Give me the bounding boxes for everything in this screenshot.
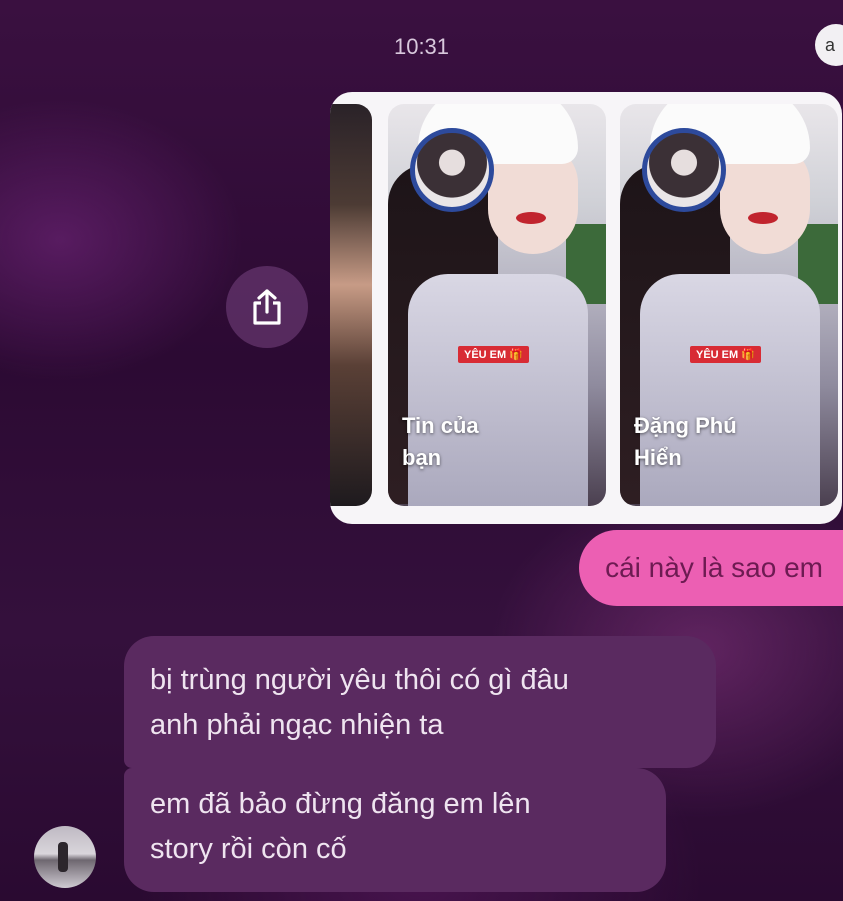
- story-label-line2: bạn: [402, 445, 442, 470]
- lips: [516, 212, 546, 224]
- story-thumbnail-dang-phu-hien[interactable]: YÊU EM 🎁 Đặng Phú Hiển: [620, 104, 838, 506]
- message-line: anh phải ngạc nhiện ta: [150, 709, 444, 741]
- message-line: em đã bảo đừng đăng em lên: [150, 788, 531, 820]
- incoming-message[interactable]: bị trùng người yêu thôi có gì đâu anh ph…: [124, 636, 716, 768]
- sender-avatar[interactable]: [34, 826, 96, 888]
- story-thumbnail-your-story[interactable]: YÊU EM 🎁 Tin của bạn: [388, 104, 606, 506]
- message-line: story rồi còn cố: [150, 833, 347, 865]
- story-tag: YÊU EM 🎁: [690, 346, 761, 363]
- story-tag: YÊU EM 🎁: [458, 346, 529, 363]
- story-avatar-ring: [410, 128, 494, 212]
- story-label: Tin của bạn: [402, 410, 532, 474]
- story-label-line1: Đặng Phú: [634, 413, 737, 438]
- message-line: bị trùng người yêu thôi có gì đâu: [150, 664, 569, 696]
- story-label: Đặng Phú Hiển: [634, 410, 764, 474]
- story-label-line2: Hiển: [634, 445, 682, 470]
- incoming-message[interactable]: em đã bảo đừng đăng em lên story rồi còn…: [124, 768, 666, 892]
- story-thumbnail-partial: [330, 104, 372, 506]
- share-button[interactable]: [226, 266, 308, 348]
- outgoing-message[interactable]: cái này là sao em: [579, 530, 843, 606]
- lips: [748, 212, 778, 224]
- shared-story-card[interactable]: YÊU EM 🎁 Tin của bạn YÊU EM 🎁 Đặng Phú H…: [330, 92, 842, 524]
- story-label-line1: Tin của: [402, 413, 479, 438]
- share-icon: [253, 289, 281, 325]
- story-avatar-ring: [642, 128, 726, 212]
- status-time: 10:31: [393, 34, 450, 59]
